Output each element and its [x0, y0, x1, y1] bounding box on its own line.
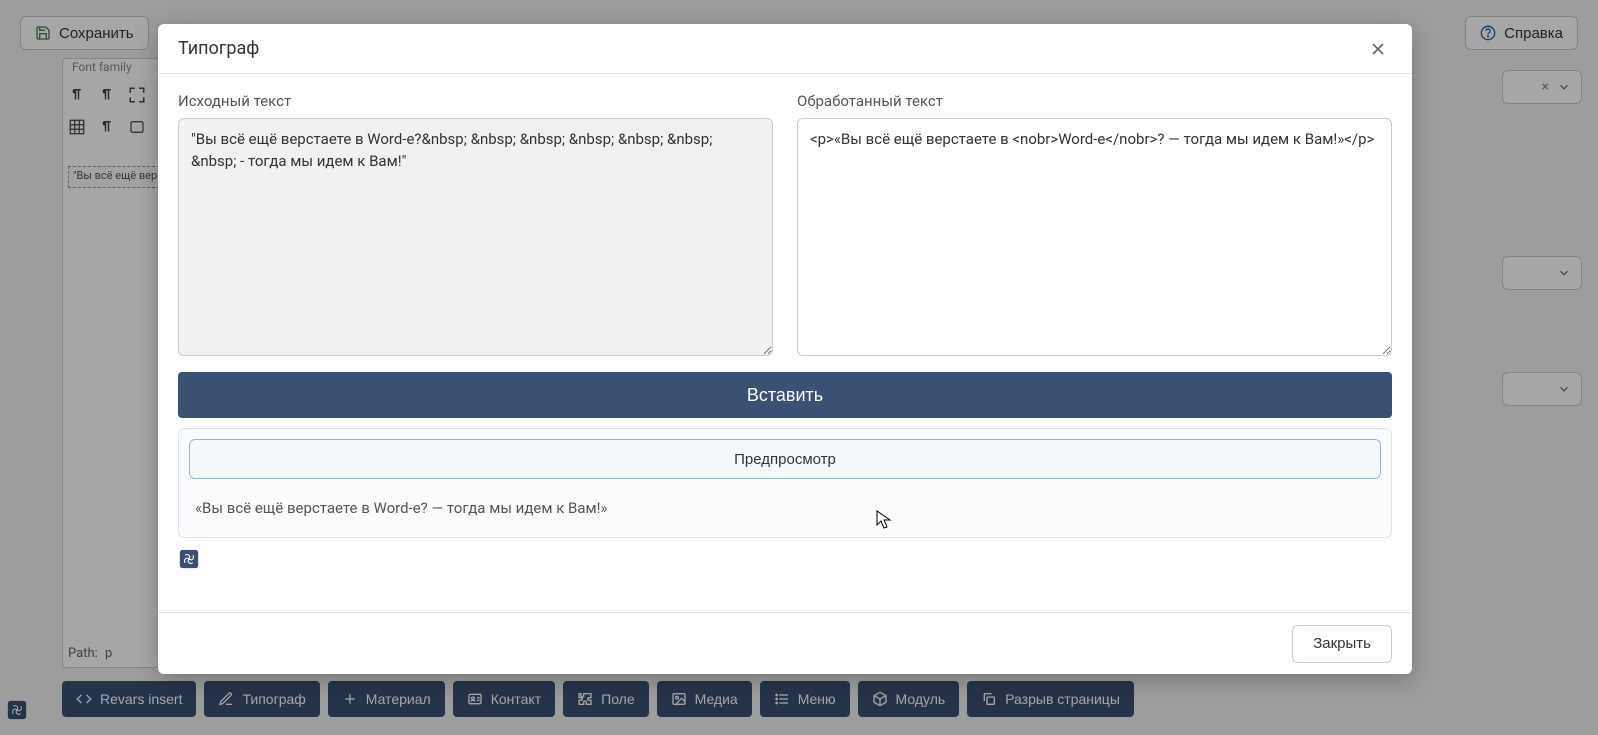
modal-header: Типограф: [158, 24, 1412, 74]
close-button[interactable]: Закрыть: [1292, 625, 1392, 663]
preview-text: «Вы всё ещё верстаете в Word-е? — тогда …: [189, 479, 1381, 527]
output-column: Обработанный текст: [797, 92, 1392, 356]
modal-body: Исходный текст Обработанный текст Встави…: [158, 74, 1412, 612]
preview-button[interactable]: Предпросмотр: [189, 439, 1381, 479]
modal-close-button[interactable]: [1364, 35, 1392, 63]
output-label: Обработанный текст: [797, 92, 1392, 110]
preview-group: Предпросмотр «Вы всё ещё верстаете в Wor…: [178, 428, 1392, 538]
source-column: Исходный текст: [178, 92, 773, 356]
insert-button[interactable]: Вставить: [178, 372, 1392, 418]
modal-footer: Закрыть: [158, 612, 1412, 674]
source-label: Исходный текст: [178, 92, 773, 110]
source-textarea[interactable]: [178, 118, 773, 356]
modal-title: Типограф: [178, 38, 259, 59]
text-columns: Исходный текст Обработанный текст: [178, 92, 1392, 356]
joomla-icon: [178, 548, 200, 570]
typograph-modal: Типограф Исходный текст Обработанный тек…: [158, 24, 1412, 674]
output-textarea[interactable]: [797, 118, 1392, 356]
close-icon: [1368, 39, 1388, 59]
